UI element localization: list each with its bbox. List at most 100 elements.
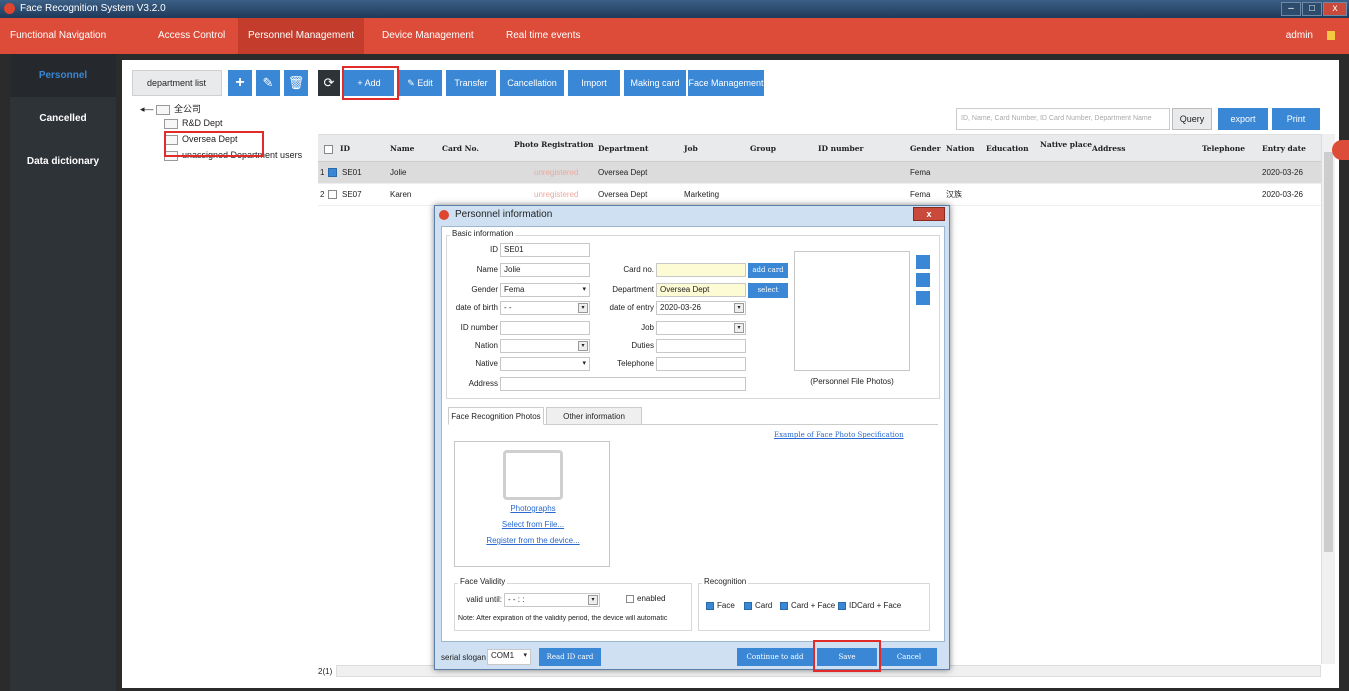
address-label: Address	[468, 379, 498, 388]
select-all-checkbox[interactable]	[324, 135, 333, 163]
edit-department-icon[interactable]: ✎	[256, 70, 280, 96]
register-from-device-link[interactable]: Register from the device...	[455, 536, 611, 545]
recognition-card-checkbox[interactable]: Card	[744, 601, 772, 610]
column-group[interactable]: Group	[750, 135, 776, 163]
table-row[interactable]: 1 SE01 Jolie unregistered Oversea Dept F…	[318, 162, 1322, 184]
sidebar-item-cancelled[interactable]: Cancelled	[10, 97, 116, 140]
dialog-title: Personnel information	[455, 209, 553, 220]
id-number-field[interactable]	[500, 321, 590, 335]
cell-gender: Fema	[910, 190, 931, 199]
job-select[interactable]: ▾	[656, 321, 746, 335]
query-button[interactable]: Query	[1172, 108, 1212, 130]
row-checkbox[interactable]	[328, 184, 337, 206]
column-education[interactable]: Education	[986, 135, 1029, 163]
print-button[interactable]: Print	[1272, 108, 1320, 130]
valid-until-label: valid until:	[466, 595, 502, 604]
duties-field[interactable]	[656, 339, 746, 353]
nav-personnel-management[interactable]: Personnel Management	[238, 18, 365, 54]
continue-to-add-button[interactable]: Continue to add	[737, 648, 813, 666]
camera-icon[interactable]	[916, 255, 930, 269]
minimize-button[interactable]: –	[1281, 2, 1301, 16]
recognition-label: Recognition	[702, 577, 749, 586]
maximize-button[interactable]: □	[1302, 2, 1322, 16]
cancel-button[interactable]: Cancel	[881, 648, 937, 666]
personnel-file-photo-box[interactable]	[794, 251, 910, 371]
sidebar-item-personnel[interactable]: Personnel	[10, 54, 116, 97]
enabled-checkbox[interactable]: enabled	[626, 594, 665, 603]
nation-select[interactable]: ▾	[500, 339, 590, 353]
example-face-photo-link[interactable]: Example of Face Photo Specification	[774, 431, 904, 439]
nav-device-management[interactable]: Device Management	[372, 18, 484, 54]
cell-department: Oversea Dept	[598, 190, 648, 199]
delete-department-icon[interactable]: 🗑	[284, 70, 308, 96]
serial-port-select[interactable]: COM1 ▾	[487, 649, 531, 665]
calendar-dropdown-icon[interactable]: ▾	[578, 303, 588, 313]
nav-functional-navigation[interactable]: Functional Navigation	[0, 18, 116, 54]
valid-until-field[interactable]: - - : : ▾	[504, 593, 600, 607]
transfer-button[interactable]: Transfer	[446, 70, 496, 96]
column-telephone[interactable]: Telephone	[1202, 135, 1245, 163]
sidebar-item-data-dictionary[interactable]: Data dictionary	[10, 140, 116, 183]
dropdown-icon[interactable]: ▾	[734, 323, 744, 333]
export-button[interactable]: export	[1218, 108, 1268, 130]
lock-icon[interactable]	[1327, 31, 1335, 40]
card-no-field[interactable]	[656, 263, 746, 277]
cell-name: Karen	[390, 190, 412, 199]
gender-select[interactable]: Fema ▾	[500, 283, 590, 297]
address-field[interactable]	[500, 377, 746, 391]
close-window-button[interactable]: x	[1323, 2, 1347, 16]
edit-button[interactable]: ✎ Edit	[398, 70, 442, 96]
side-widget-icon[interactable]	[1332, 140, 1349, 160]
column-id[interactable]: ID	[340, 135, 350, 163]
cancellation-button[interactable]: Cancellation	[500, 70, 564, 96]
telephone-field[interactable]	[656, 357, 746, 371]
entry-date-field[interactable]: 2020-03-26 ▾	[656, 301, 746, 315]
column-nation[interactable]: Nation	[946, 135, 974, 163]
recognition-card-face-checkbox[interactable]: Card + Face	[780, 601, 835, 610]
calendar-dropdown-icon[interactable]: ▾	[588, 595, 598, 605]
folder-open-icon[interactable]	[916, 273, 930, 287]
dob-field[interactable]: - - ▾	[500, 301, 590, 315]
dialog-close-button[interactable]: x	[913, 207, 945, 221]
enabled-label: enabled	[637, 594, 666, 603]
native-select[interactable]: ▾	[500, 357, 590, 371]
dropdown-icon[interactable]: ▾	[578, 341, 588, 351]
recognition-face-checkbox[interactable]: Face	[706, 601, 735, 610]
column-id-number[interactable]: ID number	[818, 135, 863, 163]
tab-face-recognition-photos[interactable]: Face Recognition Photos	[448, 407, 544, 425]
tree-node-company[interactable]: ◂— 全公司	[140, 102, 201, 115]
scroll-thumb[interactable]	[1324, 152, 1333, 552]
column-department[interactable]: Department	[598, 135, 648, 163]
department-field[interactable]: Oversea Dept	[656, 283, 746, 297]
delete-photo-icon[interactable]	[916, 291, 930, 305]
nav-access-control[interactable]: Access Control	[148, 18, 235, 54]
search-input[interactable]: ID, Name, Card Number, ID Card Number, D…	[956, 108, 1170, 130]
column-name[interactable]: Name	[390, 135, 414, 163]
column-card-no[interactable]: Card No.	[442, 135, 479, 163]
tree-node-rd-dept[interactable]: R&D Dept	[164, 118, 223, 129]
calendar-dropdown-icon[interactable]: ▾	[734, 303, 744, 313]
table-row[interactable]: 2 SE07 Karen unregistered Oversea Dept M…	[318, 184, 1322, 206]
refresh-button[interactable]: ⟳	[318, 70, 340, 96]
nav-real-time-events[interactable]: Real time events	[496, 18, 590, 54]
making-card-button[interactable]: Making card	[624, 70, 686, 96]
name-field[interactable]: Jolie	[500, 263, 590, 277]
user-name[interactable]: admin	[1286, 18, 1313, 54]
recognition-idcard-face-checkbox[interactable]: IDCard + Face	[838, 601, 901, 610]
select-department-button[interactable]: select	[748, 283, 788, 298]
add-department-button[interactable]: +	[228, 70, 252, 96]
photographs-link[interactable]: Photographs	[455, 504, 611, 513]
column-entry-date[interactable]: Entry date	[1262, 135, 1306, 163]
tab-other-information[interactable]: Other information	[546, 407, 642, 425]
select-from-file-link[interactable]: Select from File...	[455, 520, 611, 529]
add-card-button[interactable]: add card	[748, 263, 788, 278]
table-vertical-scrollbar[interactable]	[1321, 134, 1335, 664]
id-field[interactable]: SE01	[500, 243, 590, 257]
face-management-button[interactable]: Face Management	[688, 70, 764, 96]
column-job[interactable]: Job	[684, 135, 698, 163]
read-id-card-button[interactable]: Read ID card	[539, 648, 601, 666]
row-checkbox[interactable]	[328, 162, 337, 184]
column-gender[interactable]: Gender	[910, 135, 941, 163]
column-address[interactable]: Address	[1092, 135, 1125, 163]
import-button[interactable]: Import	[568, 70, 620, 96]
